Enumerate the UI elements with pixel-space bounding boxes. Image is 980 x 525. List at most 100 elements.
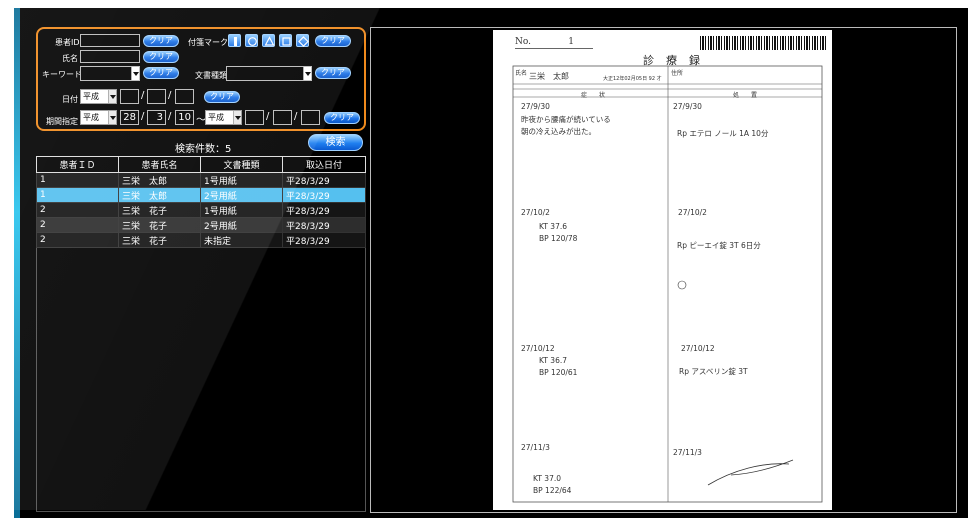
date-era-value: 平成 xyxy=(83,92,99,101)
note-right-4: 27/10/12 xyxy=(681,344,715,353)
cell-import-date: 平28/3/29 xyxy=(282,217,366,233)
patient-id-clear-button[interactable]: クリア xyxy=(143,35,179,47)
doc-birth: 大正12年02月05日 92 才 xyxy=(603,76,662,82)
table-row[interactable]: 1 三栄 太郎 1号用紙 平28/3/29 xyxy=(36,172,366,188)
table-row[interactable]: 2 三栄 花子 未指定 平28/3/29 xyxy=(36,232,366,248)
period-slash-2: / xyxy=(168,111,172,122)
cell-import-date: 平28/3/29 xyxy=(282,172,366,188)
doc-col-treatment: 処 置 xyxy=(733,92,758,99)
doc-name-label: 氏名 xyxy=(515,70,528,77)
note-right-6: 27/11/3 xyxy=(673,448,702,457)
cell-patient-id: 1 xyxy=(36,187,119,203)
table-row[interactable]: 2 三栄 花子 2号用紙 平28/3/29 xyxy=(36,217,366,233)
mark-clear-button[interactable]: クリア xyxy=(315,35,351,47)
doc-type-clear-button[interactable]: クリア xyxy=(315,67,351,79)
cell-patient-name: 三栄 花子 xyxy=(118,232,201,248)
note-left-5: BP 120/78 xyxy=(539,234,578,243)
patient-id-input[interactable] xyxy=(80,34,140,47)
header-doc-type[interactable]: 文書種類 xyxy=(200,156,283,173)
date-slash-2: / xyxy=(168,90,172,101)
period-slash-1: / xyxy=(141,111,145,122)
cell-patient-id: 2 xyxy=(36,232,119,248)
keyword-label: キーワード xyxy=(42,70,82,79)
header-patient-name[interactable]: 患者氏名 xyxy=(118,156,201,173)
note-left-11: BP 122/64 xyxy=(533,486,572,495)
mark-diamond-icon[interactable] xyxy=(296,34,309,47)
document-page: No. 1 診療録 氏名 三栄 太郎 大正12年02月05日 92 才 住所 症… xyxy=(493,30,832,510)
cell-import-date: 平28/3/29 xyxy=(282,202,366,218)
period-slash-3: / xyxy=(266,111,270,122)
date-label: 日付 xyxy=(62,95,78,104)
results-header-row: 患者ＩＤ 患者氏名 文書種類 取込日付 xyxy=(36,156,366,173)
note-right-2: 27/10/2 xyxy=(678,208,707,217)
cell-import-date: 平28/3/29 xyxy=(282,232,366,248)
cell-patient-id: 2 xyxy=(36,217,119,233)
date-year-input[interactable] xyxy=(120,89,139,104)
period-from-year-input[interactable]: 28 xyxy=(120,110,139,125)
date-month-input[interactable] xyxy=(147,89,166,104)
period-to-year-input[interactable] xyxy=(245,110,264,125)
note-left-7: KT 36.7 xyxy=(539,356,568,365)
doc-patient-name: 三栄 太郎 xyxy=(529,72,569,81)
patient-name-clear-button[interactable]: クリア xyxy=(143,51,179,63)
note-right-0: 27/9/30 xyxy=(673,102,702,111)
period-clear-button[interactable]: クリア xyxy=(324,112,360,124)
period-from-era-value: 平成 xyxy=(83,113,99,122)
cell-patient-id: 1 xyxy=(36,172,119,188)
cell-import-date: 平28/3/29 xyxy=(282,187,366,203)
table-row[interactable]: 2 三栄 花子 1号用紙 平28/3/29 xyxy=(36,202,366,218)
search-button[interactable]: 検索 xyxy=(308,134,363,151)
period-to-era-select[interactable]: 平成 xyxy=(205,110,242,125)
keyword-clear-button[interactable]: クリア xyxy=(143,67,179,79)
note-left-1: 昨夜から腰痛が続いている xyxy=(521,115,611,124)
doc-address-label: 住所 xyxy=(671,70,684,77)
cell-patient-id: 2 xyxy=(36,202,119,218)
mark-circle-icon[interactable] xyxy=(245,34,258,47)
patient-id-label: 患者ID xyxy=(55,38,80,47)
patient-name-input[interactable] xyxy=(80,50,140,63)
mark-triangle-icon[interactable] xyxy=(262,34,275,47)
doc-type-label: 文書種類 xyxy=(195,71,227,80)
header-import-date[interactable]: 取込日付 xyxy=(282,156,366,173)
note-right-3: Rp ピーエイ錠 3T 6日分 xyxy=(677,241,761,250)
cell-doc-type: 1号用紙 xyxy=(200,172,283,188)
note-left-10: KT 37.0 xyxy=(533,474,562,483)
cell-doc-type: 2号用紙 xyxy=(200,187,283,203)
cell-doc-type: 2号用紙 xyxy=(200,217,283,233)
cell-patient-name: 三栄 花子 xyxy=(118,202,201,218)
keyword-select[interactable] xyxy=(80,66,140,81)
results-table: 患者ＩＤ 患者氏名 文書種類 取込日付 1 三栄 太郎 1号用紙 平28/3/2… xyxy=(36,156,366,248)
mark-square-icon[interactable] xyxy=(279,34,292,47)
note-right-5: Rp アスベリン錠 3T xyxy=(679,367,748,376)
date-slash-1: / xyxy=(141,90,145,101)
note-right-1: Rp エテロ ノール 1A 10分 xyxy=(677,129,769,138)
cell-patient-name: 三栄 太郎 xyxy=(118,187,201,203)
note-left-8: BP 120/61 xyxy=(539,368,578,377)
date-clear-button[interactable]: クリア xyxy=(204,91,240,103)
period-to-era-value: 平成 xyxy=(208,113,224,122)
date-era-select[interactable]: 平成 xyxy=(80,89,117,104)
patient-name-label: 氏名 xyxy=(62,54,78,63)
doc-type-select[interactable] xyxy=(226,66,312,81)
period-to-day-input[interactable] xyxy=(301,110,320,125)
accent-bar xyxy=(14,8,20,518)
note-left-4: KT 37.6 xyxy=(539,222,568,231)
note-left-2: 朝の冷え込みが出た。 xyxy=(521,127,596,136)
date-day-input[interactable] xyxy=(175,89,194,104)
period-to-month-input[interactable] xyxy=(273,110,292,125)
table-row-selected[interactable]: 1 三栄 太郎 2号用紙 平28/3/29 xyxy=(36,187,366,203)
cell-patient-name: 三栄 花子 xyxy=(118,217,201,233)
doc-col-symptom: 症 状 xyxy=(581,92,606,99)
header-patient-id[interactable]: 患者ＩＤ xyxy=(36,156,119,173)
period-from-month-input[interactable]: 3 xyxy=(147,110,166,125)
cell-doc-type: 未指定 xyxy=(200,232,283,248)
mark-bar-icon[interactable] xyxy=(228,34,241,47)
attach-mark-label: 付箋マーク xyxy=(188,38,228,47)
period-from-era-select[interactable]: 平成 xyxy=(80,110,117,125)
result-count: 検索件数：5 xyxy=(175,144,232,155)
cell-patient-name: 三栄 太郎 xyxy=(118,172,201,188)
period-slash-4: / xyxy=(294,111,298,122)
note-left-9: 27/11/3 xyxy=(521,443,550,452)
cell-doc-type: 1号用紙 xyxy=(200,202,283,218)
period-from-day-input[interactable]: 10 xyxy=(175,110,194,125)
